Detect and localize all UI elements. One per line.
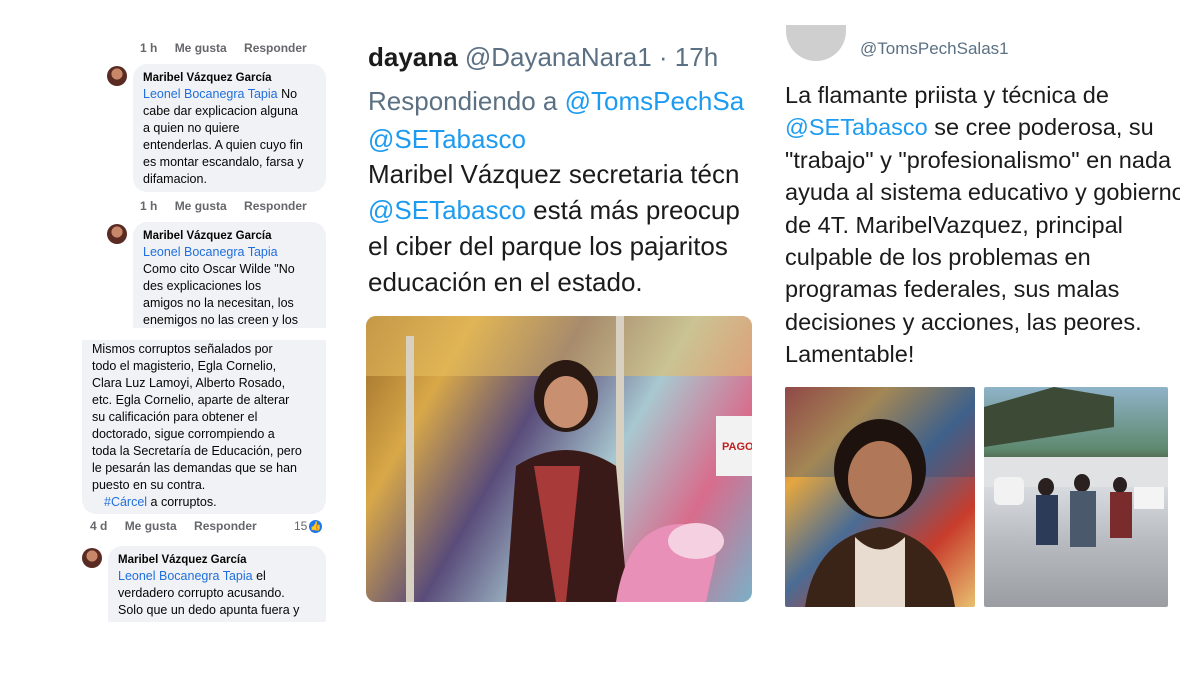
reply-button[interactable]: Responder (194, 519, 257, 533)
mention-link[interactable]: @SETabasco (785, 114, 928, 140)
tweet-header: dayana @DayanaNara1 · 17h (368, 42, 718, 73)
tweet-photo[interactable]: PAGO (366, 316, 752, 602)
like-button[interactable]: Me gusta (175, 41, 227, 55)
protest-illustration (984, 387, 1168, 547)
mention-link[interactable]: Leonel Bocanegra Tapia (143, 87, 278, 101)
comment-meta: 1 h Me gusta Responder (140, 199, 321, 213)
tweet-text: La flamante priista y técnica de @SETaba… (785, 82, 1180, 368)
comment-time: 1 h (140, 199, 158, 213)
tweet-photo-portrait[interactable] (785, 387, 975, 607)
facebook-comments-bottom: Mismos corruptos señalados por todo el m… (32, 340, 332, 622)
comment-bubble: Maribel Vázquez García Leonel Bocanegra … (108, 546, 326, 622)
user-handle[interactable]: @DayanaNara1 (465, 42, 652, 72)
mention-link[interactable]: @TomsPechSa (565, 86, 745, 116)
comment-body: Mismos corruptos señalados por todo el m… (92, 342, 302, 509)
comment-bubble: Mismos corruptos señalados por todo el m… (82, 340, 326, 514)
tweet-photo-protest[interactable] (984, 387, 1168, 607)
comment-body: Leonel Bocanegra Tapia No cabe dar expli… (143, 87, 304, 186)
avatar[interactable] (786, 25, 846, 61)
comment-author[interactable]: Maribel Vázquez García (143, 71, 316, 86)
comment-meta: 4 d Me gusta Responder (90, 519, 271, 533)
reaction-count[interactable]: 15 👍 (294, 519, 323, 534)
comment-meta-top: 1 h Me gusta Responder (140, 41, 321, 55)
reply-button[interactable]: Responder (244, 199, 307, 213)
mention-link[interactable]: @SETabasco (368, 195, 526, 225)
comment-bubble: Maribel Vázquez García Leonel Bocanegra … (133, 64, 326, 192)
comment-body: Leonel Bocanegra Tapia Como cito Oscar W… (143, 245, 298, 327)
comment-body: Leonel Bocanegra Tapia el verdadero corr… (118, 569, 300, 617)
hashtag-link[interactable]: #Cárcel (104, 495, 147, 509)
portrait-illustration (785, 387, 975, 607)
comment-author[interactable]: Maribel Vázquez García (118, 553, 316, 568)
carousel-photo-illustration: PAGO (366, 316, 752, 602)
comment-time: 1 h (140, 41, 158, 55)
tweet-time[interactable]: · 17h (659, 42, 718, 72)
mention-link[interactable]: @SETabasco (368, 124, 526, 154)
avatar[interactable] (107, 66, 127, 86)
comment-author[interactable]: Maribel Vázquez García (143, 229, 316, 244)
reply-button[interactable]: Responder (244, 41, 307, 55)
replying-to: Respondiendo a @TomsPechSa @SETabasco (368, 86, 745, 154)
avatar[interactable] (107, 224, 127, 244)
comment-bubble: Maribel Vázquez García Leonel Bocanegra … (133, 222, 326, 328)
comment-time: 4 d (90, 519, 108, 533)
facebook-comments-top: 1 h Me gusta Responder Maribel Vázquez G… (32, 30, 332, 328)
like-button[interactable]: Me gusta (125, 519, 177, 533)
thumbs-up-icon: 👍 (309, 520, 323, 534)
user-handle[interactable]: @TomsPechSalas1 (860, 39, 1009, 59)
display-name[interactable]: dayana (368, 42, 458, 72)
photo-sign: PAGO (722, 441, 752, 453)
avatar[interactable] (82, 548, 102, 568)
like-button[interactable]: Me gusta (175, 199, 227, 213)
tweet-text: Maribel Vázquez secretaria técn @SETabas… (368, 159, 740, 297)
mention-link[interactable]: Leonel Bocanegra Tapia (143, 245, 278, 259)
tweet-card: @TomsPechSalas1 La flamante priista y té… (770, 25, 1180, 615)
tweet-reply-card: dayana @DayanaNara1 · 17h Respondiendo a… (350, 30, 752, 610)
mention-link[interactable]: Leonel Bocanegra Tapia (118, 569, 253, 583)
